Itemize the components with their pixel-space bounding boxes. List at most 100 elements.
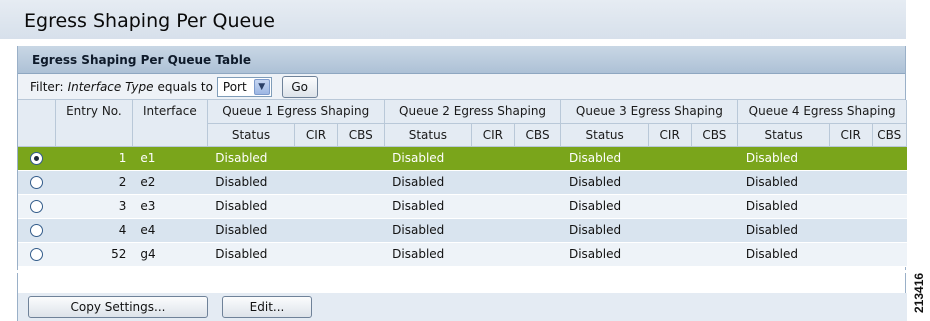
q4-cir-header: CIR: [829, 123, 873, 147]
q3-cir-cell: [648, 218, 691, 243]
entry-no-cell: 4: [55, 218, 133, 243]
interface-header: Interface: [132, 100, 208, 147]
table-row[interactable]: 2 e2 Disabled Disabled Disabled Disabled: [18, 170, 907, 195]
q3-cbs-cell: [691, 146, 738, 171]
q2-status-cell: Disabled: [384, 218, 472, 243]
q4-cbs-cell: [872, 194, 907, 219]
q2-cir-cell: [471, 146, 515, 171]
q4-status-cell: Disabled: [737, 242, 830, 267]
table-title: Egress Shaping Per Queue Table: [18, 46, 905, 74]
q4-status-cell: Disabled: [737, 170, 830, 195]
q1-cbs-cell: [337, 146, 385, 171]
q3-status-cell: Disabled: [560, 146, 649, 171]
q3-status-cell: Disabled: [560, 170, 649, 195]
q3-status-cell: Disabled: [560, 194, 649, 219]
entry-no-header: Entry No.: [55, 100, 133, 147]
figure-id: 213416: [912, 272, 926, 314]
table-row[interactable]: 4 e4 Disabled Disabled Disabled Disabled: [18, 218, 907, 243]
q3-cbs-cell: [691, 194, 738, 219]
edit-button[interactable]: Edit...: [222, 296, 312, 318]
q1-cir-cell: [294, 146, 338, 171]
row-select-cell: [18, 218, 56, 243]
q2-status-cell: Disabled: [384, 146, 472, 171]
interface-cell: g4: [132, 242, 208, 267]
q1-cir-cell: [294, 170, 338, 195]
table-row[interactable]: 1 e1 Disabled Disabled Disabled Disabled: [18, 146, 907, 171]
q4-cir-cell: [829, 194, 872, 219]
row-radio-button[interactable]: [30, 176, 44, 189]
q3-status-cell: Disabled: [560, 242, 649, 267]
queue-4-header: Queue 4 Egress Shaping: [737, 100, 907, 124]
q2-cbs-cell: [514, 170, 561, 195]
table-body: 1 e1 Disabled Disabled Disabled Disabled 2 e2 Di…: [18, 146, 907, 267]
q1-status-cell: Disabled: [207, 218, 295, 243]
q4-status-cell: Disabled: [737, 194, 830, 219]
row-radio-button[interactable]: [30, 200, 44, 213]
q1-status-cell: Disabled: [207, 146, 295, 171]
q1-cir-header: CIR: [294, 123, 338, 147]
q2-status-cell: Disabled: [384, 242, 472, 267]
table-row[interactable]: 3 e3 Disabled Disabled Disabled Disabled: [18, 194, 907, 219]
q2-status-cell: Disabled: [384, 170, 472, 195]
row-radio-button[interactable]: [30, 152, 44, 165]
q4-cbs-cell: [872, 242, 907, 267]
row-radio-button[interactable]: [30, 248, 44, 261]
interface-cell: e2: [132, 170, 208, 195]
q4-status-cell: Disabled: [737, 218, 830, 243]
q1-cir-cell: [294, 194, 338, 219]
q3-status-cell: Disabled: [560, 218, 649, 243]
entry-no-cell: 3: [55, 194, 133, 219]
q4-cir-cell: [829, 242, 872, 267]
q1-cbs-cell: [337, 218, 385, 243]
q2-cbs-cell: [514, 242, 561, 267]
queue-3-header: Queue 3 Egress Shaping: [560, 100, 739, 124]
q4-status-cell: Disabled: [737, 146, 830, 171]
q3-cir-cell: [648, 146, 691, 171]
q1-status-cell: Disabled: [207, 194, 295, 219]
interface-type-select[interactable]: Port ▼: [216, 76, 272, 97]
filter-bar: Filter: Interface Type equals to Port ▼ …: [18, 74, 905, 100]
row-select-cell: [18, 170, 56, 195]
q4-cbs-cell: [872, 218, 907, 243]
q1-cbs-cell: [337, 170, 385, 195]
q1-cbs-header: CBS: [337, 123, 385, 147]
table-row[interactable]: 52 g4 Disabled Disabled Disabled Disabled: [18, 242, 907, 267]
queue-table: Entry No. Interface Queue 1 Egress Shapi…: [18, 100, 907, 267]
queue-table-panel: Egress Shaping Per Queue Table Filter: I…: [17, 46, 907, 321]
q2-cir-cell: [471, 218, 515, 243]
queue-1-header: Queue 1 Egress Shaping: [207, 100, 385, 124]
q2-status-cell: Disabled: [384, 194, 472, 219]
copy-settings-button[interactable]: Copy Settings...: [28, 296, 208, 318]
q4-cbs-cell: [872, 170, 907, 195]
go-button[interactable]: Go: [281, 75, 318, 98]
queue-2-header: Queue 2 Egress Shaping: [384, 100, 562, 124]
q3-cbs-header: CBS: [691, 123, 739, 147]
q2-cir-cell: [471, 194, 515, 219]
q2-cbs-cell: [514, 146, 561, 171]
entry-no-cell: 2: [55, 170, 133, 195]
q1-status-cell: Disabled: [207, 170, 295, 195]
q3-cir-cell: [648, 194, 691, 219]
q1-cir-cell: [294, 218, 338, 243]
entry-no-cell: 1: [55, 146, 133, 171]
row-select-cell: [18, 194, 56, 219]
row-radio-button[interactable]: [30, 224, 44, 237]
q3-cir-cell: [648, 170, 691, 195]
q3-status-header: Status: [560, 123, 649, 147]
q4-cir-cell: [829, 218, 872, 243]
figure-break: [0, 270, 906, 273]
q4-cbs-cell: [872, 146, 907, 171]
q2-cir-header: CIR: [471, 123, 515, 147]
q4-status-header: Status: [737, 123, 830, 147]
q1-cir-cell: [294, 242, 338, 267]
interface-cell: e3: [132, 194, 208, 219]
q3-cbs-cell: [691, 242, 738, 267]
q3-cir-cell: [648, 242, 691, 267]
q4-cir-cell: [829, 146, 872, 171]
table-footer: Copy Settings... Edit...: [18, 293, 907, 321]
page-title: Egress Shaping Per Queue: [0, 0, 906, 39]
q2-cbs-cell: [514, 218, 561, 243]
chevron-down-icon[interactable]: ▼: [253, 78, 270, 95]
q2-cbs-cell: [514, 194, 561, 219]
filter-field: Interface Type: [67, 79, 154, 94]
